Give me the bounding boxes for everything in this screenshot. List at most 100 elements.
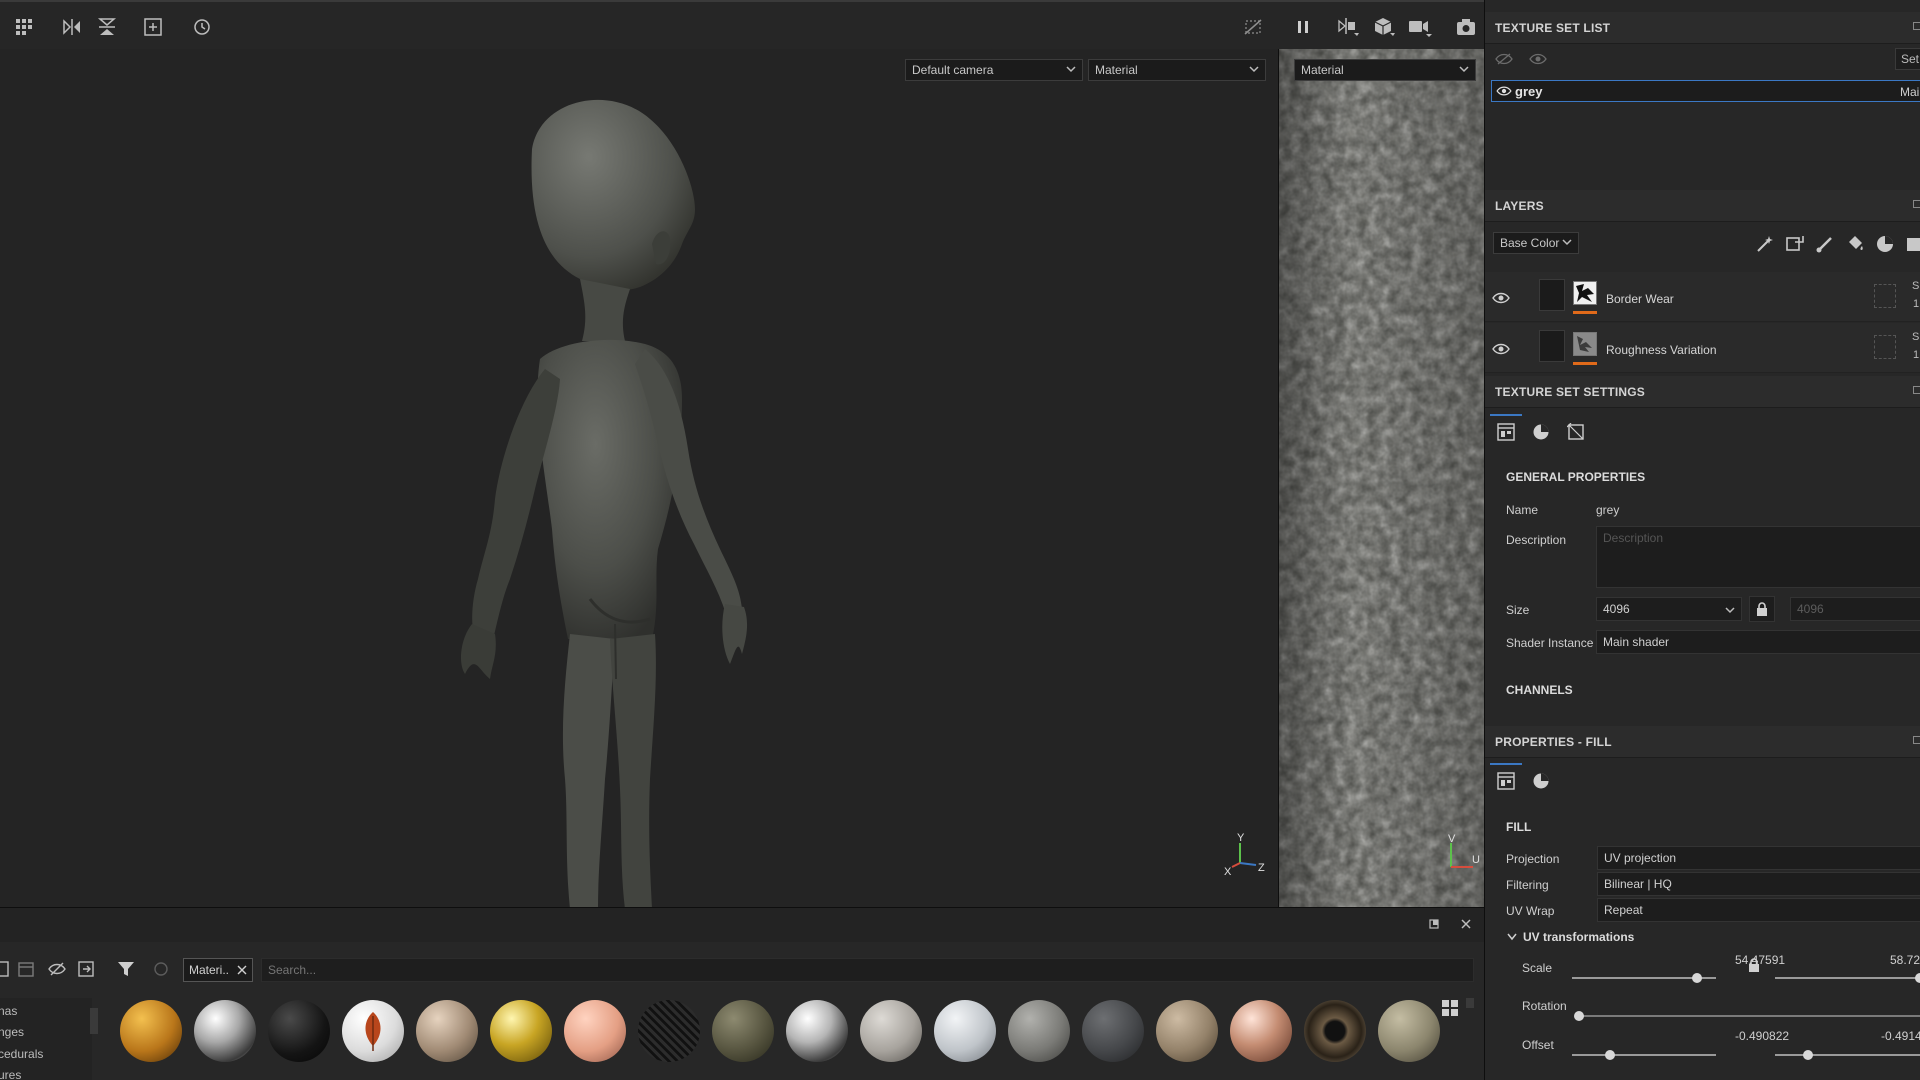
layer-row[interactable]: Roughness Variation S 1 xyxy=(1485,323,1920,373)
pause-button[interactable] xyxy=(1288,12,1318,42)
render-mode-select[interactable]: Material xyxy=(1088,59,1266,81)
close-icon[interactable] xyxy=(237,965,247,975)
eye-icon[interactable] xyxy=(1492,291,1510,305)
material-thumbnail[interactable] xyxy=(1230,1000,1292,1062)
settings-button[interactable]: Set xyxy=(1895,48,1920,70)
shelf-category-item[interactable]: nges xyxy=(0,1025,24,1039)
tab-fill-general[interactable] xyxy=(1489,763,1523,799)
material-thumbnail[interactable] xyxy=(786,1000,848,1062)
slider-handle[interactable] xyxy=(1803,1050,1813,1060)
slider-handle[interactable] xyxy=(1915,973,1920,983)
material-thumbnail[interactable] xyxy=(860,1000,922,1062)
eye-icon[interactable] xyxy=(1496,85,1512,97)
fill-bucket-icon[interactable] xyxy=(1845,234,1865,254)
layer-channel-select[interactable]: Base Color xyxy=(1493,232,1579,254)
layer-blend-box[interactable] xyxy=(1874,284,1896,308)
history-button[interactable] xyxy=(187,12,217,42)
name-value[interactable]: grey xyxy=(1596,503,1619,517)
material-thumbnail[interactable] xyxy=(416,1000,478,1062)
add-effect-icon[interactable] xyxy=(1755,234,1775,254)
material-thumbnail[interactable] xyxy=(194,1000,256,1062)
material-filter-tag[interactable]: Materi.. xyxy=(183,958,253,982)
archive-icon[interactable] xyxy=(17,960,35,978)
material-thumbnail[interactable] xyxy=(1082,1000,1144,1062)
tab-mesh[interactable] xyxy=(1559,414,1593,450)
panel-float-icon[interactable] xyxy=(1913,22,1920,30)
tab-fill-material[interactable] xyxy=(1524,763,1558,799)
slider-handle[interactable] xyxy=(1605,1050,1615,1060)
viewport-2d[interactable]: Material V U xyxy=(1279,49,1484,907)
smart-material-icon[interactable] xyxy=(1875,234,1895,254)
material-thumbnail[interactable] xyxy=(268,1000,330,1062)
lock-icon[interactable] xyxy=(1748,958,1760,972)
display-mode-button[interactable] xyxy=(1370,12,1400,42)
split-view-button[interactable] xyxy=(1334,12,1364,42)
viewport-3d[interactable]: Default camera Material Y X Z xyxy=(0,49,1278,907)
material-thumbnail[interactable] xyxy=(1378,1000,1440,1062)
texture-set-item-grey[interactable]: grey Main xyxy=(1491,80,1920,102)
symmetry-x-button[interactable] xyxy=(57,12,87,42)
refresh-icon[interactable] xyxy=(153,961,169,977)
close-icon[interactable] xyxy=(1460,918,1472,930)
tab-general[interactable] xyxy=(1489,414,1523,450)
layer-row[interactable]: Border Wear S 1 xyxy=(1485,272,1920,322)
uv-wrap-select[interactable]: Repeat xyxy=(1597,898,1920,922)
material-thumbnail[interactable] xyxy=(712,1000,774,1062)
description-field[interactable]: Description xyxy=(1596,526,1920,588)
paint-brush-icon[interactable] xyxy=(1815,234,1835,254)
size-lock-button[interactable] xyxy=(1749,596,1775,622)
slider-handle[interactable] xyxy=(1574,1011,1584,1021)
eye-icon[interactable] xyxy=(1492,342,1510,356)
material-thumbnail[interactable] xyxy=(934,1000,996,1062)
panel-float-icon[interactable] xyxy=(1913,736,1920,744)
filtering-select[interactable]: Bilinear | HQ xyxy=(1597,872,1920,896)
grid-view-icon[interactable] xyxy=(1440,998,1460,1018)
offset-slider-u[interactable] xyxy=(1572,1050,1716,1060)
camera-button[interactable] xyxy=(1405,12,1435,42)
panel-float-icon[interactable] xyxy=(1913,386,1920,394)
scale-slider-v[interactable] xyxy=(1775,973,1920,983)
shelf-category-item[interactable]: cedurals xyxy=(0,1047,43,1061)
import-icon[interactable] xyxy=(0,960,10,978)
projection-select[interactable]: UV projection xyxy=(1597,846,1920,870)
shelf-category-item[interactable]: ures xyxy=(0,1068,21,1080)
camera-select[interactable]: Default camera xyxy=(905,59,1083,81)
eye-closed-icon[interactable] xyxy=(1495,52,1513,66)
material-thumbnail[interactable] xyxy=(564,1000,626,1062)
size-select[interactable]: 4096 xyxy=(1596,597,1742,621)
offset-slider-v[interactable] xyxy=(1775,1050,1920,1060)
hide-button[interactable] xyxy=(1238,12,1268,42)
grid-menu-button[interactable] xyxy=(10,12,40,42)
rotation-slider[interactable] xyxy=(1574,1011,1920,1021)
eye-icon[interactable] xyxy=(1529,52,1547,66)
hide-icon[interactable] xyxy=(47,960,67,978)
shelf-search-input[interactable] xyxy=(261,958,1474,982)
material-thumbnail[interactable] xyxy=(1156,1000,1218,1062)
render-mode-select-2d[interactable]: Material xyxy=(1294,59,1476,81)
add-mask-icon[interactable] xyxy=(1785,234,1805,254)
shader-instance-field[interactable]: Main shader xyxy=(1596,630,1920,654)
layer-blend-box[interactable] xyxy=(1874,335,1896,359)
material-thumbnail[interactable] xyxy=(638,1000,700,1062)
symmetry-y-button[interactable] xyxy=(92,12,122,42)
export-icon[interactable] xyxy=(77,960,97,978)
slider-handle[interactable] xyxy=(1692,973,1702,983)
chevron-down-icon[interactable] xyxy=(1506,932,1518,942)
panel-float-icon[interactable] xyxy=(1913,200,1920,208)
material-thumbnail[interactable] xyxy=(490,1000,552,1062)
material-thumbnail[interactable] xyxy=(342,1000,404,1062)
shelf-category-item[interactable]: nas xyxy=(0,1004,17,1018)
shelf-category-scrollbar[interactable] xyxy=(90,1008,98,1034)
scale-slider-u[interactable] xyxy=(1572,973,1716,983)
shelf-scrollbar[interactable] xyxy=(1466,998,1474,1008)
material-thumbnail[interactable] xyxy=(1008,1000,1070,1062)
uv-transformations-title[interactable]: UV transformations xyxy=(1523,930,1634,944)
material-thumbnail[interactable] xyxy=(120,1000,182,1062)
maximize-icon[interactable] xyxy=(1428,918,1440,930)
add-button[interactable] xyxy=(138,12,168,42)
screenshot-button[interactable] xyxy=(1451,12,1481,42)
filter-icon[interactable] xyxy=(117,961,135,977)
tab-material[interactable] xyxy=(1524,414,1558,450)
material-thumbnail[interactable] xyxy=(1304,1000,1366,1062)
folder-icon[interactable] xyxy=(1905,234,1920,254)
